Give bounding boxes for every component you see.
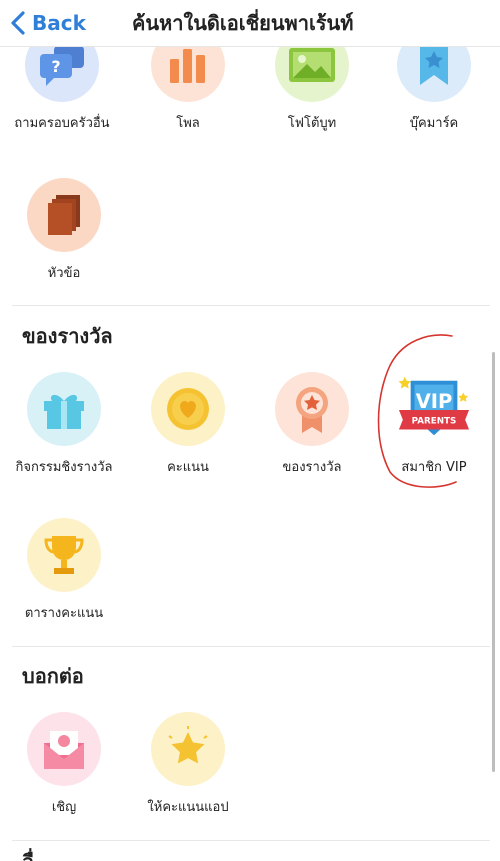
- question-chat-icon: ?: [40, 46, 84, 86]
- tile-label: หัวข้อ: [47, 266, 81, 281]
- tile-label: ของรางวัล: [282, 460, 342, 475]
- tile-icon-circle: [27, 178, 101, 252]
- tile-icon-circle: ?: [25, 46, 99, 102]
- gift-icon: [44, 394, 84, 429]
- trophy-icon: [44, 536, 84, 574]
- tile-icon-circle: [397, 46, 471, 102]
- award-ribbon-icon: [296, 387, 328, 433]
- tile-icon-circle: [27, 372, 101, 446]
- tile-label: สมาชิก VIP: [401, 460, 467, 475]
- photo-icon: [289, 48, 335, 82]
- back-button[interactable]: Back: [10, 8, 86, 38]
- tile-label: คะแนน: [167, 460, 209, 475]
- bookmark-icon: [420, 46, 448, 85]
- vip-ribbon-text: PARENTS: [412, 417, 457, 427]
- divider: [12, 305, 490, 306]
- tile-vip-member[interactable]: VIP PARENTS สมาชิก VIP: [372, 372, 496, 477]
- coin-heart-icon: [167, 388, 209, 430]
- svg-text:?: ?: [51, 57, 60, 76]
- tile-label: ตารางคะแนน: [24, 606, 104, 621]
- star-rating-icon: [168, 726, 208, 764]
- tile-rate-app[interactable]: ให้คะแนนแอป: [126, 712, 250, 817]
- tile-icon-circle: [27, 712, 101, 786]
- tile-icon-circle: [275, 46, 349, 102]
- tile-ask-families[interactable]: ? ถามครอบครัวอื่น: [0, 46, 124, 133]
- tile-icon-circle: [151, 372, 225, 446]
- tile-icon-circle: [151, 712, 225, 786]
- navigation-bar: Back ค้นหาในดิเอเชี่ยนพาเร้นท์: [0, 0, 500, 47]
- tile-label: เชิญ: [51, 800, 77, 815]
- section-title-share: บอกต่อ: [22, 664, 84, 688]
- tile-label: ให้คะแนนแอป: [147, 800, 229, 815]
- topics-icon: [48, 195, 80, 235]
- vip-parents-badge-icon: VIP PARENTS: [398, 376, 470, 436]
- tile-label: บุ๊คมาร์ค: [409, 116, 459, 131]
- tile-leaderboard[interactable]: ตารางคะแนน: [2, 518, 126, 623]
- section-title-rewards: ของรางวัล: [22, 324, 113, 348]
- tile-giveaways[interactable]: กิจกรรมชิงรางวัล: [2, 372, 126, 477]
- tile-icon-circle: [275, 372, 349, 446]
- tile-icon-circle: VIP PARENTS: [397, 372, 471, 446]
- section-title-other: อื่: [22, 846, 34, 861]
- tile-polls[interactable]: โพล: [126, 46, 250, 133]
- vip-badge-text: VIP: [416, 390, 453, 413]
- divider: [12, 840, 490, 841]
- tile-label: โพล: [176, 116, 200, 131]
- tile-topics[interactable]: หัวข้อ: [2, 178, 126, 283]
- back-label: Back: [32, 11, 86, 35]
- tile-icon-circle: [151, 46, 225, 102]
- bar-chart-icon: [170, 49, 205, 83]
- divider: [12, 646, 490, 647]
- tile-icon-circle: [27, 518, 101, 592]
- tile-invite[interactable]: เชิญ: [2, 712, 126, 817]
- page-title: ค้นหาในดิเอเชี่ยนพาเร้นท์: [132, 11, 354, 35]
- scrollbar[interactable]: [492, 352, 495, 772]
- tile-label: โฟโต้บูท: [287, 116, 337, 131]
- tile-label: ถามครอบครัวอื่น: [14, 116, 110, 131]
- chevron-left-icon: [11, 11, 25, 35]
- tile-label: กิจกรรมชิงรางวัล: [15, 460, 113, 475]
- tile-rewards[interactable]: ของรางวัล: [250, 372, 374, 477]
- tile-photobooth[interactable]: โฟโต้บูท: [250, 46, 374, 133]
- tile-points[interactable]: คะแนน: [126, 372, 250, 477]
- explore-list[interactable]: ? ถามครอบครัวอื่น โพล โฟโต้บูท บุ๊คมาร์ค…: [0, 46, 500, 861]
- invite-envelope-icon: [44, 731, 84, 769]
- tile-bookmarks[interactable]: บุ๊คมาร์ค: [372, 46, 496, 133]
